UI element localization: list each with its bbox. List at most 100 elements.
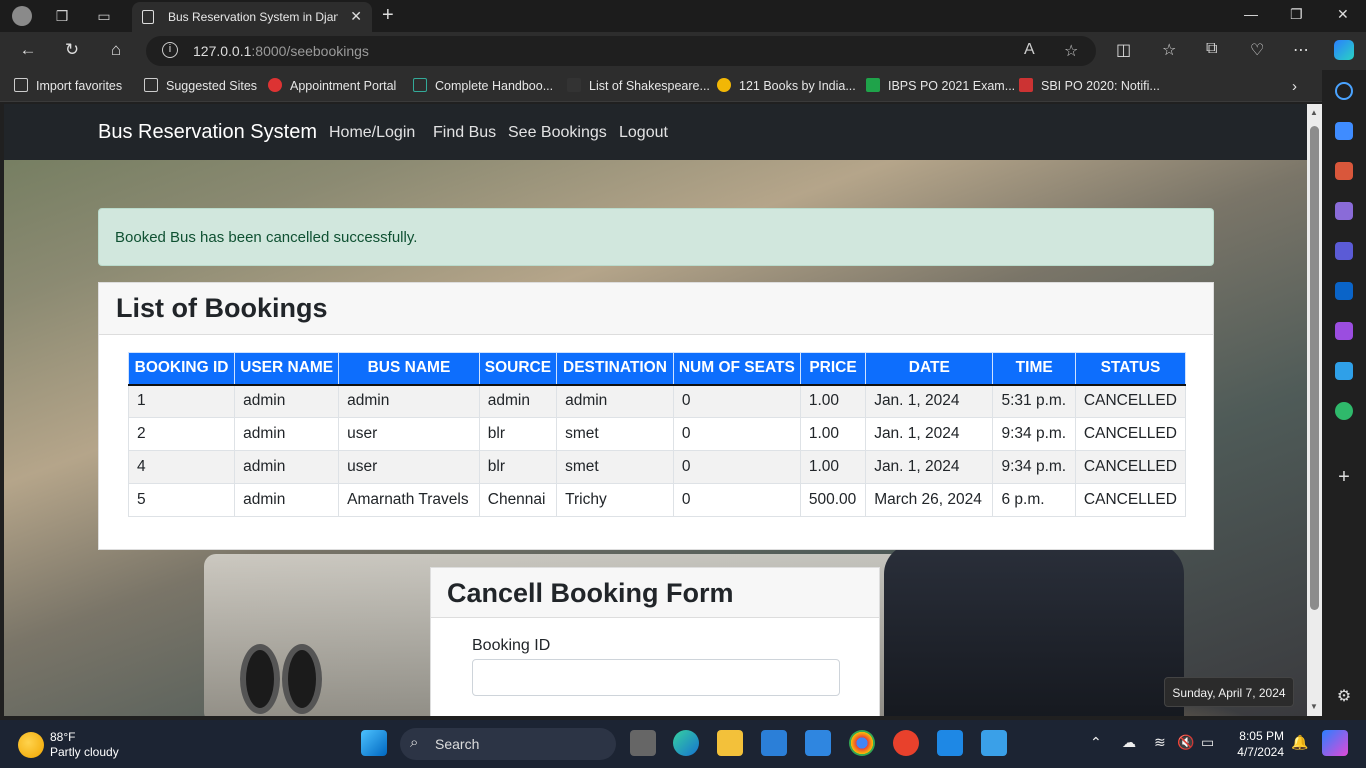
sidebar-search-icon[interactable] xyxy=(1335,82,1353,100)
sidebar-designer-icon[interactable] xyxy=(1335,322,1353,340)
site-info-icon[interactable]: i xyxy=(162,42,178,58)
favorite-shakespeare[interactable]: List of Shakespeare... xyxy=(567,78,710,93)
tab-actions-icon[interactable]: ▭ xyxy=(94,6,114,26)
file-explorer-icon[interactable] xyxy=(717,730,743,756)
partly-cloudy-icon xyxy=(18,732,44,758)
page-scrollbar[interactable]: ▲ ▼ xyxy=(1307,104,1322,716)
table-cell: CANCELLED xyxy=(1074,417,1187,451)
table-cell: 6 p.m. xyxy=(992,483,1076,517)
nav-home-login[interactable]: Home/Login xyxy=(329,124,415,142)
column-header: STATUS xyxy=(1074,352,1187,386)
show-hidden-icons-chevron-icon[interactable]: ⌃ xyxy=(1090,734,1102,751)
column-header: BUS NAME xyxy=(338,352,480,386)
url-path: :8000/seebookings xyxy=(251,43,369,59)
weather-description: Partly cloudy xyxy=(50,745,119,759)
booking-id-input[interactable] xyxy=(472,659,840,696)
notepad-icon[interactable] xyxy=(981,730,1007,756)
copilot-taskbar-icon[interactable] xyxy=(1322,730,1348,756)
read-aloud-icon[interactable]: A xyxy=(1024,41,1035,59)
sidebar-drop-icon[interactable] xyxy=(1335,362,1353,380)
edge-taskbar-icon[interactable] xyxy=(673,730,699,756)
speaker-muted-icon[interactable]: 🔇 xyxy=(1177,734,1194,751)
sidebar-shopping-icon[interactable] xyxy=(1335,122,1353,140)
nav-logout[interactable]: Logout xyxy=(619,124,668,142)
collections-icon[interactable]: ⧉ xyxy=(1206,40,1217,58)
start-button[interactable] xyxy=(361,730,387,756)
table-cell: user xyxy=(338,450,480,484)
favorite-ibps-po[interactable]: IBPS PO 2021 Exam... xyxy=(866,78,1015,93)
vscode-icon[interactable] xyxy=(937,730,963,756)
sidebar-outlook-icon[interactable] xyxy=(1335,282,1353,300)
scroll-down-arrow-icon[interactable]: ▼ xyxy=(1310,702,1318,711)
favorite-star-icon[interactable]: ☆ xyxy=(1064,41,1078,61)
table-cell: admin xyxy=(234,417,340,451)
table-cell: March 26, 2024 xyxy=(865,483,994,517)
settings-more-icon[interactable]: ⋯ xyxy=(1293,40,1309,60)
refresh-button[interactable]: ↻ xyxy=(60,40,84,60)
site-brand[interactable]: Bus Reservation System xyxy=(98,121,317,144)
page-icon xyxy=(144,78,158,92)
date-tooltip: Sunday, April 7, 2024 xyxy=(1164,677,1294,707)
browser-essentials-icon[interactable]: ♡ xyxy=(1250,40,1264,60)
back-button[interactable]: ← xyxy=(16,40,40,60)
taskbar-clock[interactable]: 8:05 PM 4/7/2024 xyxy=(1234,728,1284,760)
profile-avatar[interactable] xyxy=(12,6,32,26)
close-tab-icon[interactable]: ✕ xyxy=(350,8,362,25)
favorite-complete-handbook[interactable]: Complete Handboo... xyxy=(413,78,553,93)
browser-tab-active[interactable]: Bus Reservation System in Djang ✕ xyxy=(132,2,372,32)
microsoft-store-icon[interactable] xyxy=(761,730,787,756)
url-text: 127.0.0.1:8000/seebookings xyxy=(193,43,369,59)
table-row: 1 admin admin admin admin 0 1.00 Jan. 1,… xyxy=(127,384,1187,418)
favorite-suggested-sites[interactable]: Suggested Sites xyxy=(144,78,257,93)
bookings-card: List of Bookings BOOKING ID USER NAME BU… xyxy=(98,282,1214,550)
sidebar-tree-icon[interactable] xyxy=(1335,402,1353,420)
minimize-button[interactable]: — xyxy=(1244,6,1258,22)
restore-button[interactable]: ❐ xyxy=(1290,6,1303,23)
favorites-icon[interactable]: ☆ xyxy=(1162,40,1176,60)
alert-message: Booked Bus has been cancelled successful… xyxy=(115,229,418,246)
mail-icon[interactable] xyxy=(805,730,831,756)
wps-office-icon[interactable] xyxy=(893,730,919,756)
table-cell: smet xyxy=(556,450,674,484)
favorites-bar: Import favorites Suggested Sites Appoint… xyxy=(0,70,1366,102)
scrollbar-thumb[interactable] xyxy=(1310,126,1319,610)
close-window-button[interactable]: ✕ xyxy=(1337,6,1349,23)
split-screen-icon[interactable]: ◫ xyxy=(1116,40,1131,60)
address-bar[interactable]: i 127.0.0.1:8000/seebookings A ☆ xyxy=(146,36,1096,66)
table-cell: CANCELLED xyxy=(1074,384,1187,418)
home-button[interactable]: ⌂ xyxy=(104,40,128,60)
favorite-label: IBPS PO 2021 Exam... xyxy=(888,79,1016,93)
sidebar-games-icon[interactable] xyxy=(1335,202,1353,220)
taskbar-search[interactable]: ⌕ Search xyxy=(400,728,616,760)
favorite-import[interactable]: Import favorites xyxy=(14,78,122,93)
table-cell: Jan. 1, 2024 xyxy=(865,417,994,451)
favorite-label: List of Shakespeare... xyxy=(589,79,710,93)
favorite-121-books[interactable]: 121 Books by India... xyxy=(717,78,856,93)
wifi-icon[interactable]: ≋ xyxy=(1154,734,1166,751)
sidebar-settings-icon[interactable]: ⚙ xyxy=(1335,688,1353,706)
notification-bell-icon[interactable]: 🔔 xyxy=(1291,734,1308,751)
sidebar-add-icon[interactable]: + xyxy=(1335,467,1353,487)
column-header: TIME xyxy=(992,352,1076,386)
column-header: DATE xyxy=(865,352,994,386)
onedrive-icon[interactable]: ☁ xyxy=(1122,734,1136,751)
table-cell: blr xyxy=(478,450,558,484)
url-host: 127.0.0.1 xyxy=(193,43,252,59)
sidebar-copilot-icon[interactable] xyxy=(1335,242,1353,260)
nav-find-bus[interactable]: Find Bus xyxy=(433,124,496,142)
clock-date: 4/7/2024 xyxy=(1237,745,1284,759)
new-tab-button[interactable]: + xyxy=(382,4,394,27)
battery-icon[interactable]: ▭ xyxy=(1201,734,1214,751)
favorites-overflow-chevron-icon[interactable]: › xyxy=(1292,78,1297,95)
table-cell: 0 xyxy=(672,384,801,418)
cancel-booking-card: Cancell Booking Form Booking ID xyxy=(430,567,880,716)
sidebar-tools-icon[interactable] xyxy=(1335,162,1353,180)
task-view-icon[interactable] xyxy=(630,730,656,756)
chrome-icon[interactable] xyxy=(849,730,875,756)
favorite-sbi-po[interactable]: SBI PO 2020: Notifi... xyxy=(1019,78,1160,93)
scroll-up-arrow-icon[interactable]: ▲ xyxy=(1310,108,1318,117)
copilot-icon[interactable] xyxy=(1334,40,1354,60)
nav-see-bookings[interactable]: See Bookings xyxy=(508,124,607,142)
favorite-appointment-portal[interactable]: Appointment Portal xyxy=(268,78,396,93)
workspaces-icon[interactable]: ❒ xyxy=(52,6,72,26)
